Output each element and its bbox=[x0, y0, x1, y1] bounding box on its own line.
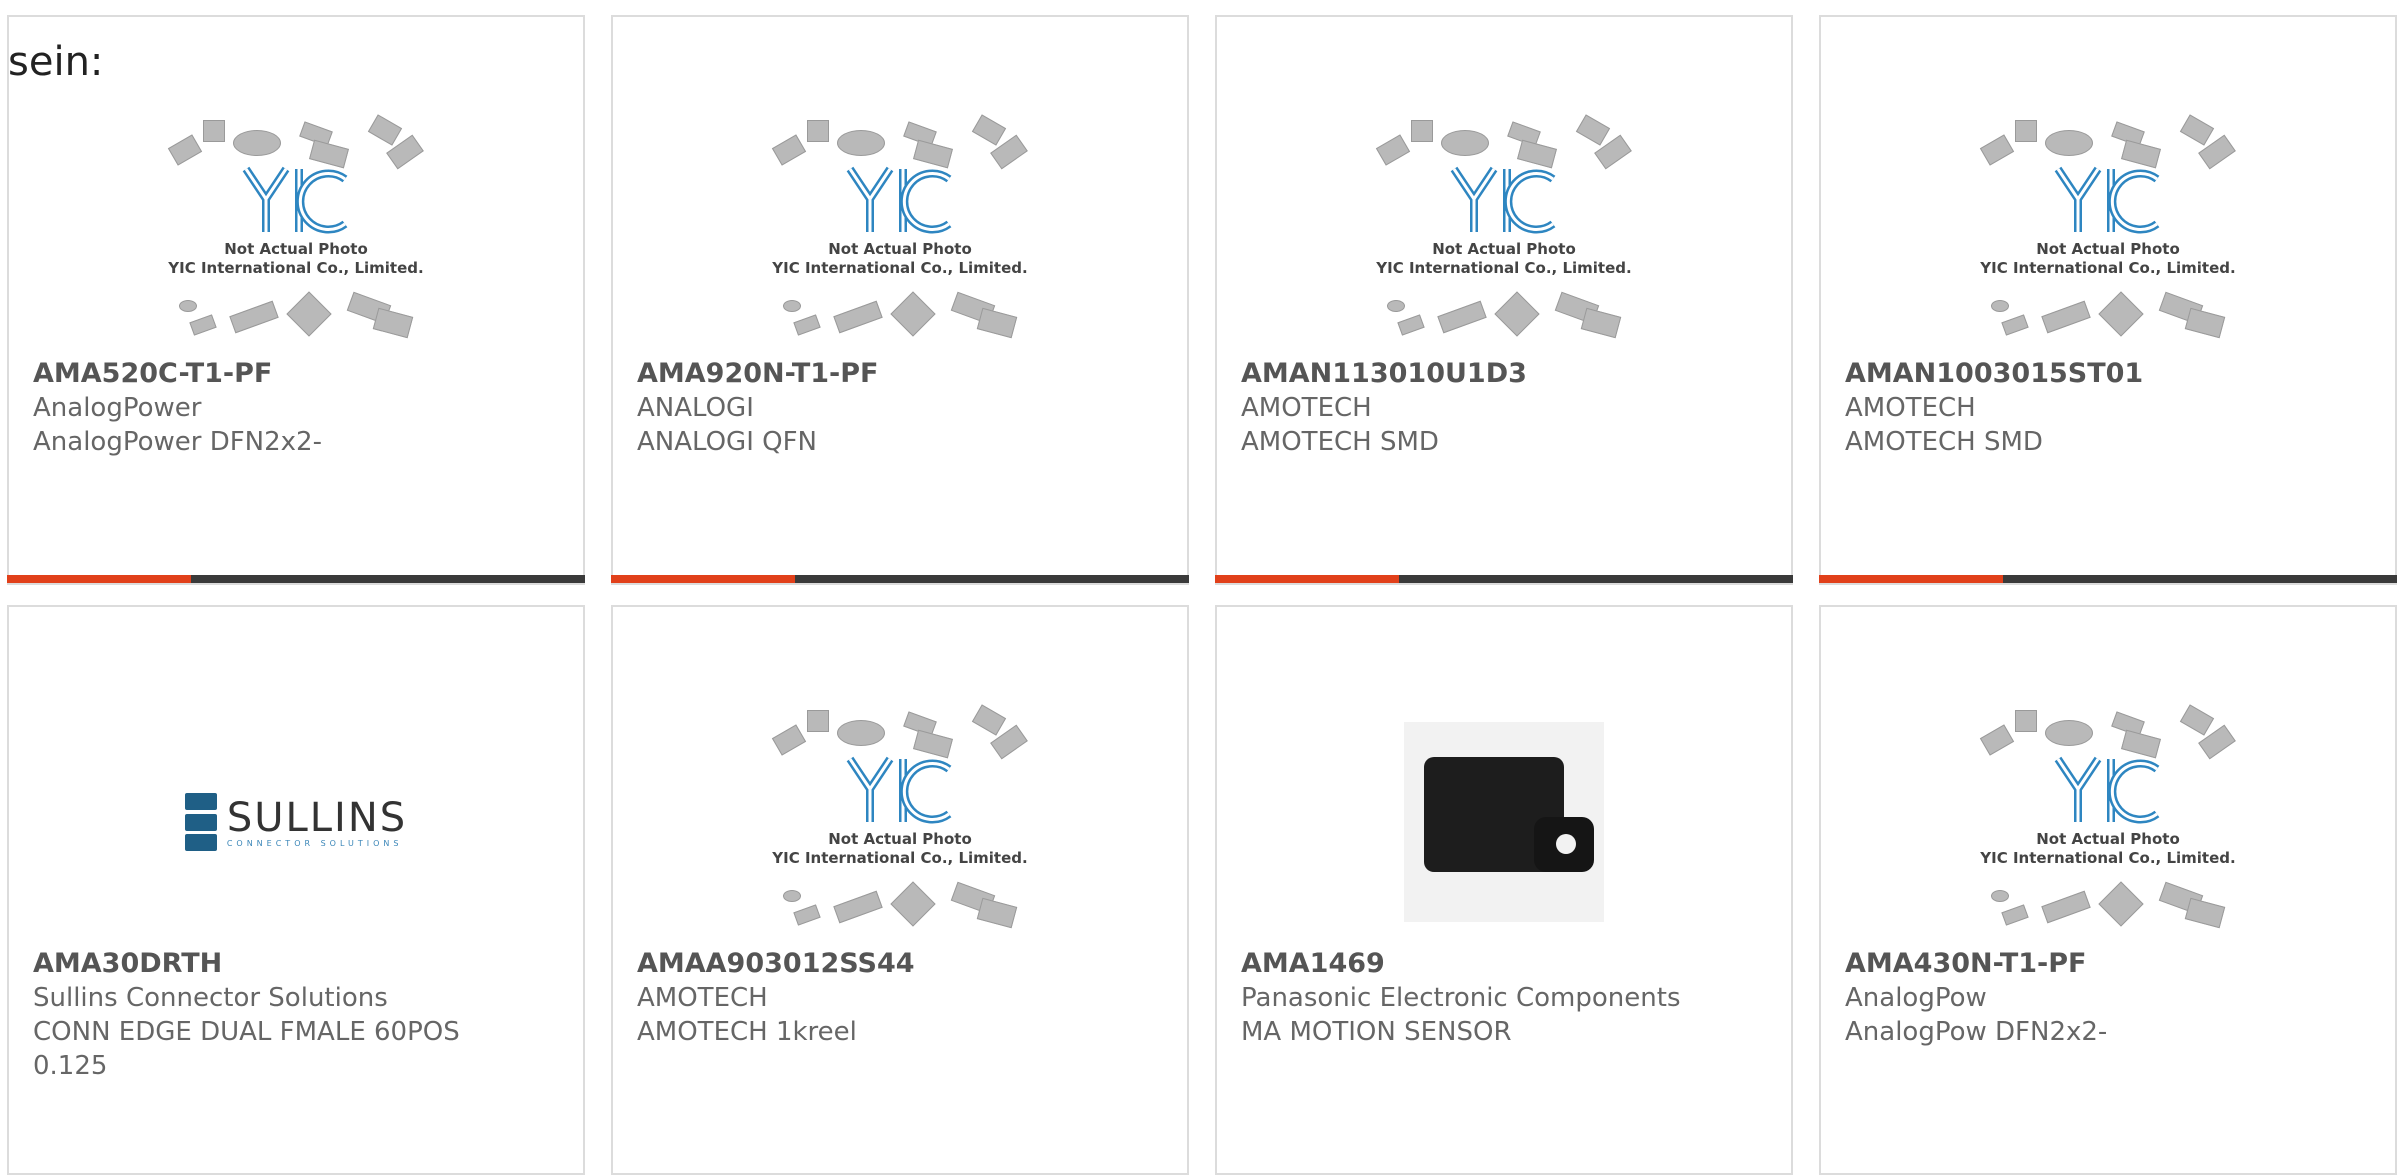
product-image[interactable]: Not Actual Photo YIC International Co., … bbox=[1821, 692, 2395, 952]
placeholder-caption: Not Actual Photo bbox=[224, 240, 368, 258]
card-accent-bar bbox=[1819, 575, 2397, 583]
placeholder-image: Not Actual Photo YIC International Co., … bbox=[1369, 112, 1639, 352]
placeholder-image: Not Actual Photo YIC International Co., … bbox=[1973, 702, 2243, 942]
card-accent-bar bbox=[1215, 575, 1793, 583]
yic-logo-icon bbox=[1450, 166, 1556, 234]
product-card[interactable]: Not Actual Photo YIC International Co., … bbox=[7, 15, 585, 585]
part-number[interactable]: AMAA903012SS44 bbox=[637, 947, 1163, 981]
product-card[interactable]: Not Actual Photo YIC International Co., … bbox=[611, 15, 1189, 585]
product-card[interactable]: AMA1469 Panasonic Electronic Components … bbox=[1215, 605, 1793, 1175]
placeholder-company: YIC International Co., Limited. bbox=[772, 849, 1028, 867]
product-image[interactable]: Not Actual Photo YIC International Co., … bbox=[613, 692, 1187, 952]
part-number[interactable]: AMA520C-T1-PF bbox=[33, 357, 559, 391]
description: CONN EDGE DUAL FMALE 60POS bbox=[33, 1017, 460, 1047]
placeholder-company: YIC International Co., Limited. bbox=[1980, 259, 2236, 277]
product-card[interactable]: Not Actual Photo YIC International Co., … bbox=[1819, 605, 2397, 1175]
placeholder-company: YIC International Co., Limited. bbox=[1376, 259, 1632, 277]
description: AMOTECH SMD bbox=[1845, 427, 2043, 457]
product-image[interactable]: Not Actual Photo YIC International Co., … bbox=[9, 102, 583, 362]
sullins-logo: SULLINS CONNECTOR SOLUTIONS bbox=[184, 793, 408, 851]
placeholder-image: Not Actual Photo YIC International Co., … bbox=[161, 112, 431, 352]
sullins-mark-icon bbox=[184, 793, 217, 851]
manufacturer: AMOTECH bbox=[637, 983, 768, 1013]
part-number[interactable]: AMA30DRTH bbox=[33, 947, 559, 981]
manufacturer: AMOTECH bbox=[1845, 393, 1976, 423]
product-grid: Not Actual Photo YIC International Co., … bbox=[0, 0, 2400, 1175]
product-image[interactable]: SULLINS CONNECTOR SOLUTIONS bbox=[9, 692, 583, 952]
product-image[interactable] bbox=[1217, 692, 1791, 952]
placeholder-image: Not Actual Photo YIC International Co., … bbox=[765, 112, 1035, 352]
sullins-logo-sub: CONNECTOR SOLUTIONS bbox=[226, 838, 403, 848]
manufacturer: Sullins Connector Solutions bbox=[33, 983, 388, 1013]
yic-logo-icon bbox=[846, 756, 952, 824]
product-card[interactable]: Not Actual Photo YIC International Co., … bbox=[1819, 15, 2397, 585]
placeholder-caption: Not Actual Photo bbox=[2036, 830, 2180, 848]
placeholder-caption: Not Actual Photo bbox=[2036, 240, 2180, 258]
yic-logo-icon bbox=[2054, 166, 2160, 234]
description: AMOTECH SMD bbox=[1241, 427, 1439, 457]
manufacturer: AMOTECH bbox=[1241, 393, 1372, 423]
card-accent-bar bbox=[7, 575, 585, 583]
yic-logo-icon bbox=[846, 166, 952, 234]
description: ANALOGI QFN bbox=[637, 427, 817, 457]
placeholder-caption: Not Actual Photo bbox=[828, 830, 972, 848]
placeholder-image: Not Actual Photo YIC International Co., … bbox=[1973, 112, 2243, 352]
description: AMOTECH 1kreel bbox=[637, 1017, 857, 1047]
product-image[interactable]: Not Actual Photo YIC International Co., … bbox=[1217, 102, 1791, 362]
description: AnalogPow DFN2x2- bbox=[1845, 1017, 2108, 1047]
product-card[interactable]: Not Actual Photo YIC International Co., … bbox=[611, 605, 1189, 1175]
manufacturer: ANALOGI bbox=[637, 393, 754, 423]
placeholder-company: YIC International Co., Limited. bbox=[168, 259, 424, 277]
placeholder-image: Not Actual Photo YIC International Co., … bbox=[765, 702, 1035, 942]
placeholder-company: YIC International Co., Limited. bbox=[772, 259, 1028, 277]
placeholder-company: YIC International Co., Limited. bbox=[1980, 849, 2236, 867]
product-card[interactable]: SULLINS CONNECTOR SOLUTIONS AMA30DRTH Su… bbox=[7, 605, 585, 1175]
part-number[interactable]: AMAN1003015ST01 bbox=[1845, 357, 2371, 391]
product-image[interactable]: Not Actual Photo YIC International Co., … bbox=[613, 102, 1187, 362]
motion-sensor-photo bbox=[1404, 722, 1604, 922]
description: MA MOTION SENSOR bbox=[1241, 1017, 1512, 1047]
card-accent-bar bbox=[611, 575, 1189, 583]
description-cont: 0.125 bbox=[33, 1051, 108, 1081]
part-number[interactable]: AMA920N-T1-PF bbox=[637, 357, 1163, 391]
product-image[interactable]: Not Actual Photo YIC International Co., … bbox=[1821, 102, 2395, 362]
part-number[interactable]: AMA430N-T1-PF bbox=[1845, 947, 2371, 981]
placeholder-caption: Not Actual Photo bbox=[1432, 240, 1576, 258]
product-card[interactable]: Not Actual Photo YIC International Co., … bbox=[1215, 15, 1793, 585]
description: AnalogPower DFN2x2- bbox=[33, 427, 322, 457]
part-number[interactable]: AMAN113010U1D3 bbox=[1241, 357, 1767, 391]
placeholder-caption: Not Actual Photo bbox=[828, 240, 972, 258]
part-number[interactable]: AMA1469 bbox=[1241, 947, 1767, 981]
sullins-logo-name: SULLINS bbox=[226, 794, 408, 841]
manufacturer: AnalogPow bbox=[1845, 983, 1987, 1013]
manufacturer: AnalogPower bbox=[33, 393, 202, 423]
yic-logo-icon bbox=[2054, 756, 2160, 824]
section-heading: sein: bbox=[8, 39, 104, 85]
manufacturer: Panasonic Electronic Components bbox=[1241, 983, 1681, 1013]
yic-logo-icon bbox=[242, 166, 348, 234]
